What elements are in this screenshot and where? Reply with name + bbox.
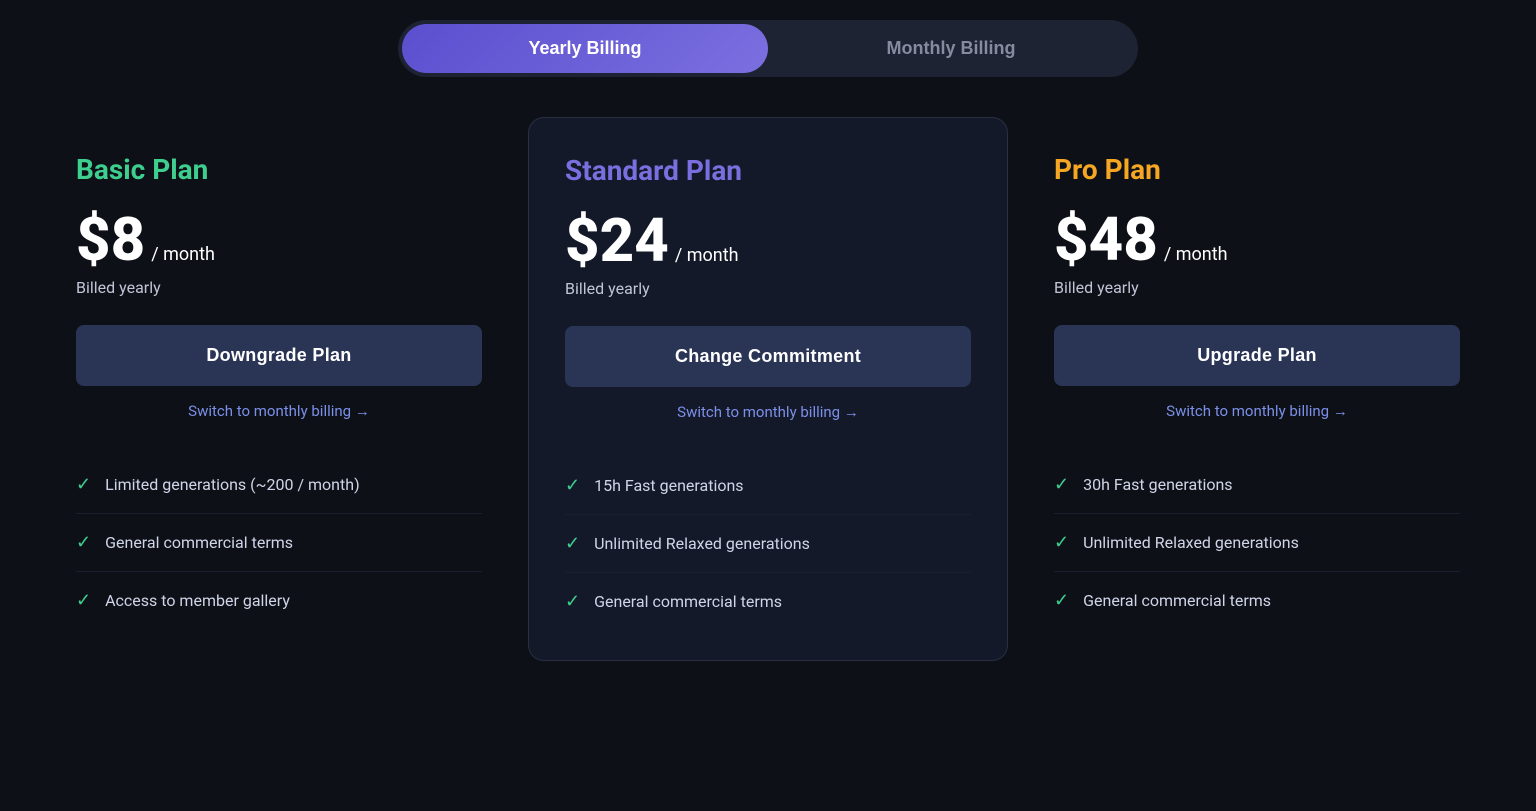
basic-plan-price: $8 / month: [76, 210, 482, 270]
plans-container: Basic Plan $8 / month Billed yearly Down…: [40, 117, 1496, 661]
standard-features-list: ✓ 15h Fast generations ✓ Unlimited Relax…: [565, 457, 971, 630]
check-icon-5: ✓: [565, 533, 580, 554]
pro-price-period: / month: [1164, 244, 1228, 265]
downgrade-plan-button[interactable]: Downgrade Plan: [76, 325, 482, 386]
change-commitment-button[interactable]: Change Commitment: [565, 326, 971, 387]
check-icon-9: ✓: [1054, 590, 1069, 611]
basic-plan-title: Basic Plan: [76, 153, 482, 186]
pro-feature-1: ✓ 30h Fast generations: [1054, 456, 1460, 514]
check-icon-7: ✓: [1054, 474, 1069, 495]
standard-plan-title: Standard Plan: [565, 154, 971, 187]
standard-switch-link[interactable]: Switch to monthly billing →: [565, 403, 971, 421]
basic-billed-note: Billed yearly: [76, 278, 482, 297]
basic-price-period: / month: [151, 244, 215, 265]
pro-price-amount: $48: [1054, 210, 1158, 270]
standard-feature-2: ✓ Unlimited Relaxed generations: [565, 515, 971, 573]
basic-price-amount: $8: [76, 210, 145, 270]
basic-feature-3: ✓ Access to member gallery: [76, 572, 482, 629]
pro-plan-card: Pro Plan $48 / month Billed yearly Upgra…: [1018, 117, 1496, 659]
basic-features-list: ✓ Limited generations (~200 / month) ✓ G…: [76, 456, 482, 629]
basic-feature-1: ✓ Limited generations (~200 / month): [76, 456, 482, 514]
upgrade-plan-button[interactable]: Upgrade Plan: [1054, 325, 1460, 386]
basic-switch-link[interactable]: Switch to monthly billing →: [76, 402, 482, 420]
standard-feature-1: ✓ 15h Fast generations: [565, 457, 971, 515]
standard-price-period: / month: [675, 245, 739, 266]
pro-feature-3: ✓ General commercial terms: [1054, 572, 1460, 629]
pro-plan-price: $48 / month: [1054, 210, 1460, 270]
standard-plan-price: $24 / month: [565, 211, 971, 271]
pro-plan-title: Pro Plan: [1054, 153, 1460, 186]
basic-plan-card: Basic Plan $8 / month Billed yearly Down…: [40, 117, 518, 659]
check-icon-1: ✓: [76, 474, 91, 495]
pro-switch-link[interactable]: Switch to monthly billing →: [1054, 402, 1460, 420]
check-icon-4: ✓: [565, 475, 580, 496]
check-icon-3: ✓: [76, 590, 91, 611]
monthly-billing-button[interactable]: Monthly Billing: [768, 24, 1134, 73]
pro-feature-2: ✓ Unlimited Relaxed generations: [1054, 514, 1460, 572]
pro-billed-note: Billed yearly: [1054, 278, 1460, 297]
check-icon-2: ✓: [76, 532, 91, 553]
standard-feature-3: ✓ General commercial terms: [565, 573, 971, 630]
billing-toggle: Yearly Billing Monthly Billing: [398, 20, 1138, 77]
standard-plan-card: Standard Plan $24 / month Billed yearly …: [528, 117, 1008, 661]
yearly-billing-button[interactable]: Yearly Billing: [402, 24, 768, 73]
check-icon-8: ✓: [1054, 532, 1069, 553]
standard-price-amount: $24: [565, 211, 669, 271]
pro-features-list: ✓ 30h Fast generations ✓ Unlimited Relax…: [1054, 456, 1460, 629]
standard-billed-note: Billed yearly: [565, 279, 971, 298]
basic-feature-2: ✓ General commercial terms: [76, 514, 482, 572]
check-icon-6: ✓: [565, 591, 580, 612]
